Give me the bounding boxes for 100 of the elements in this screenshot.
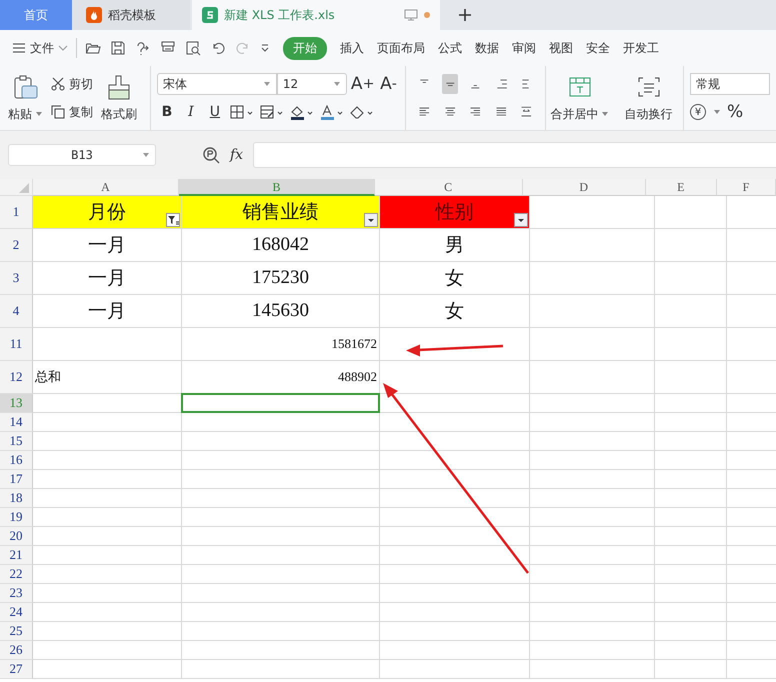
file-menu[interactable]: 文件 [12, 40, 68, 56]
table-cell-text: 一月 [87, 267, 127, 291]
grid-cell [655, 508, 727, 527]
grid-cell [655, 361, 727, 394]
table-cell-text: 1581672 [330, 336, 378, 352]
percent-button[interactable]: % [725, 101, 746, 123]
ribbon-tab[interactable]: 插入 [340, 38, 364, 58]
row-header[interactable]: 23 [0, 584, 33, 603]
ribbon-tab[interactable]: 数据 [475, 38, 499, 58]
table-cell-text: 性别 [434, 201, 474, 225]
table-cell-text: 一月 [87, 300, 127, 324]
row-header[interactable]: 11 [0, 328, 33, 361]
function-button[interactable]: fx [230, 147, 244, 163]
table-cell-text: 488902 [337, 369, 378, 385]
italic-button[interactable]: I [180, 101, 201, 123]
row-header[interactable]: 22 [0, 565, 33, 584]
row-header[interactable]: 19 [0, 508, 33, 527]
ribbon-tab[interactable]: 开发工 [623, 38, 659, 58]
caret-icon[interactable] [713, 108, 722, 116]
new-tab-icon[interactable] [458, 8, 472, 22]
column-header[interactable]: E [646, 179, 717, 196]
ribbon-tab[interactable]: 审阅 [512, 38, 536, 58]
grid-cell [655, 394, 727, 413]
monitor-icon[interactable] [404, 9, 418, 21]
table-cell-text: 女 [444, 300, 465, 324]
merge-center-button[interactable]: 合并居中 [546, 66, 614, 130]
font-name-dropdown[interactable]: 宋体 [156, 73, 277, 95]
column-header[interactable]: D [522, 179, 646, 196]
conditional-format-icon[interactable] [258, 104, 285, 120]
flame-logo-icon [86, 7, 102, 23]
align-middle-icon[interactable] [442, 74, 458, 94]
row-header[interactable]: 2 [0, 229, 33, 262]
row-header[interactable]: 20 [0, 527, 33, 546]
caret-icon [601, 110, 610, 118]
table-cell-text: 一月 [87, 234, 127, 258]
grid-cell [655, 432, 727, 451]
table-cell-text: 145630 [251, 300, 310, 322]
print-preview-icon[interactable] [185, 40, 201, 56]
row-header[interactable]: 27 [0, 660, 33, 679]
row-header[interactable]: 3 [0, 262, 33, 295]
underline-button[interactable]: U [204, 101, 225, 123]
ribbon-tab[interactable]: 公式 [438, 38, 462, 58]
dropdown-icon[interactable] [514, 213, 528, 227]
zoom-icon[interactable] [202, 146, 220, 164]
cut-button[interactable]: 剪切 [51, 76, 93, 92]
row-header[interactable]: 26 [0, 641, 33, 660]
ribbon-tab[interactable]: 安全 [586, 38, 610, 58]
table-cell-text: 175230 [251, 267, 310, 289]
document-tab[interactable]: 稻壳模板 [72, 0, 190, 30]
row-header[interactable]: 4 [0, 295, 33, 328]
eraser-icon[interactable] [348, 104, 375, 120]
row-header[interactable]: 24 [0, 603, 33, 622]
ribbon-tab[interactable]: 视图 [549, 38, 573, 58]
bold-button[interactable]: B [156, 101, 177, 123]
fill-color-icon[interactable] [288, 104, 315, 120]
table-cell-text: 月份 [87, 201, 127, 225]
save-icon[interactable] [110, 40, 126, 56]
row-header[interactable]: 1 [0, 196, 33, 229]
currency-button[interactable]: ¥ [690, 104, 706, 120]
grid-cell [655, 229, 727, 262]
tab-label: 首页 [24, 6, 48, 24]
grid-cell [655, 527, 727, 546]
scissors-icon [51, 77, 65, 91]
grid-cell [655, 546, 727, 565]
borders-icon[interactable] [228, 104, 255, 120]
table-cell-text: 总和 [34, 368, 62, 386]
row-header[interactable]: 12 [0, 361, 33, 394]
document-tab[interactable]: 新建 XLS 工作表.xls [192, 0, 440, 30]
customize-icon[interactable] [260, 43, 270, 53]
row-header[interactable]: 21 [0, 546, 33, 565]
column-header[interactable]: F [716, 179, 776, 196]
dropdown-icon[interactable] [364, 213, 378, 227]
number-format-dropdown[interactable]: 常规 [690, 73, 770, 95]
filter-icon[interactable] [166, 213, 180, 227]
caret-icon [142, 151, 150, 159]
caret-icon [262, 80, 271, 88]
grid-cell [655, 622, 727, 641]
ribbon-tab[interactable]: 页面布局 [377, 38, 425, 58]
tab-label: 稻壳模板 [108, 6, 156, 24]
grid-cell [655, 603, 727, 622]
row-header[interactable]: 25 [0, 622, 33, 641]
copy-button[interactable]: 复制 [51, 104, 93, 120]
formula-field[interactable] [253, 142, 776, 168]
row-header[interactable]: 18 [0, 489, 33, 508]
font-color-icon[interactable] [318, 104, 345, 120]
font-size-dropdown[interactable]: 12 [276, 73, 347, 95]
row-header[interactable]: 14 [0, 413, 33, 432]
grid-cell [655, 262, 727, 295]
row-header[interactable]: 15 [0, 432, 33, 451]
table-cell-text: 168042 [251, 234, 310, 256]
row-header[interactable]: 17 [0, 470, 33, 489]
row-header[interactable]: 16 [0, 451, 33, 470]
grid-cell [655, 451, 727, 470]
wrap-text-button[interactable]: 自动换行 [614, 66, 684, 130]
caret-icon [332, 80, 341, 88]
paste-button[interactable]: 粘贴 [8, 66, 43, 130]
grid-cell [655, 413, 727, 432]
format-painter-button[interactable]: 格式刷 [101, 66, 137, 130]
name-box[interactable]: B13 [8, 144, 156, 166]
grid-cell [655, 470, 727, 489]
